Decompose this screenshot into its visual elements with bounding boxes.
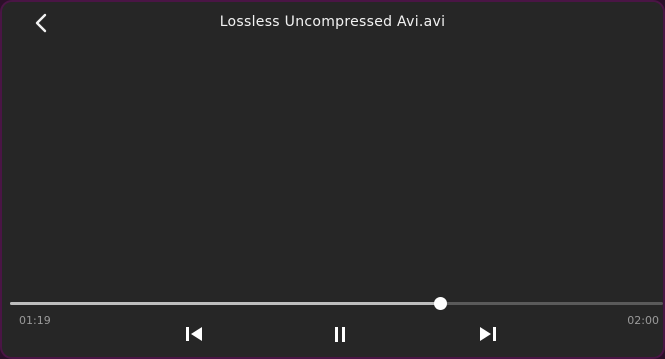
video-title: Lossless Uncompressed Avi.avi (219, 14, 446, 30)
total-time: 02:00 (627, 314, 659, 327)
top-bar: Lossless Uncompressed Avi.avi (2, 2, 663, 46)
skip-next-icon (480, 327, 496, 341)
video-player: Lossless Uncompressed Avi.avi 01:19 02:0… (0, 0, 665, 359)
next-button[interactable] (473, 320, 503, 348)
previous-button[interactable] (179, 320, 209, 348)
progress-fill (10, 302, 440, 305)
pause-icon (335, 327, 345, 342)
progress-slider[interactable] (10, 297, 663, 310)
current-time: 01:19 (19, 314, 51, 327)
progress-thumb[interactable] (434, 297, 447, 310)
skip-previous-icon (186, 327, 202, 341)
video-surface[interactable] (2, 46, 663, 296)
pause-button[interactable] (325, 320, 355, 348)
